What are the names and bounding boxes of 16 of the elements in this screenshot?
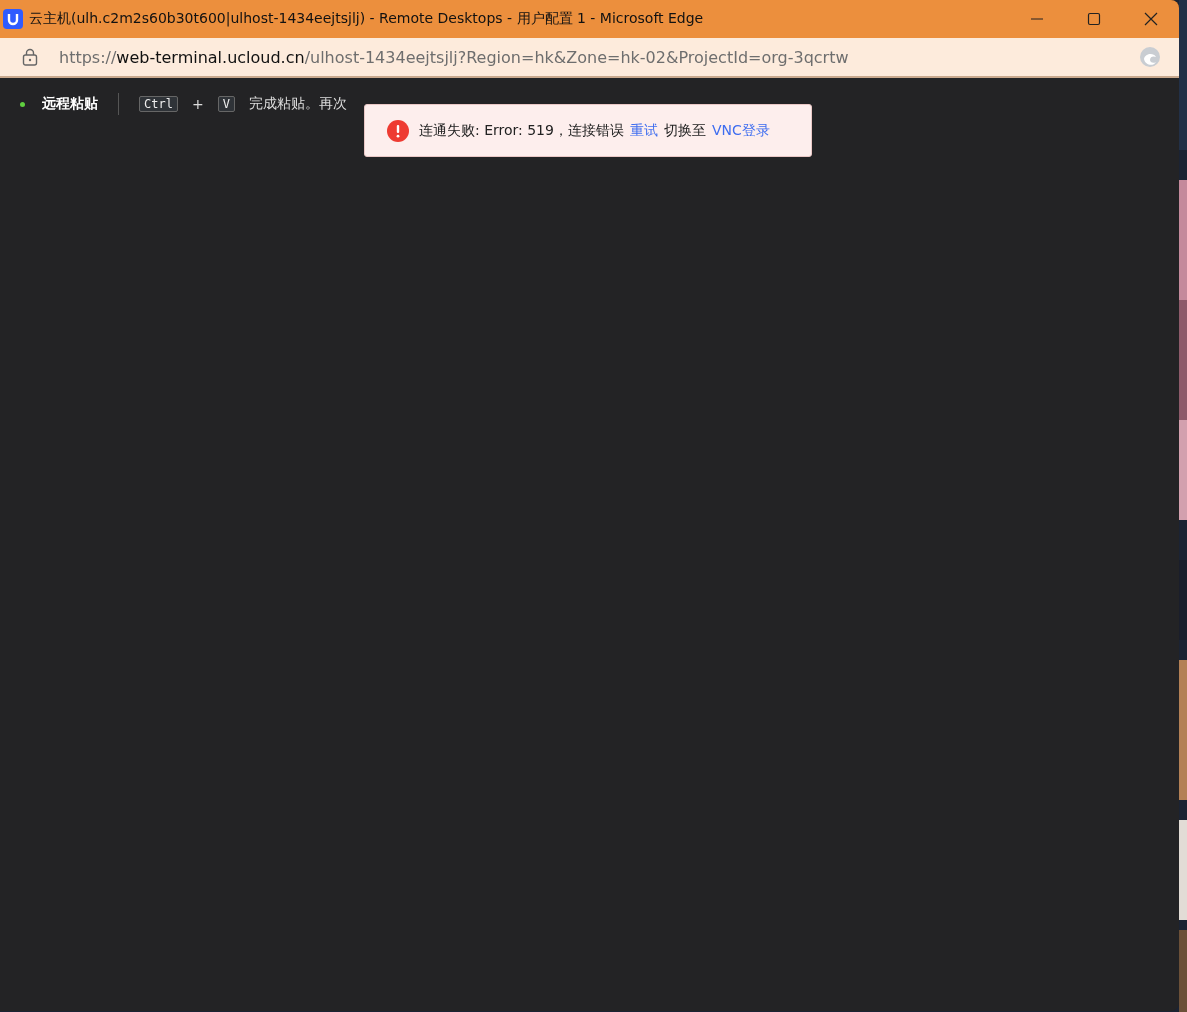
error-message: 连通失败: Error: 519，连接错误 bbox=[419, 121, 624, 140]
lock-icon[interactable] bbox=[22, 48, 38, 66]
mode-label: 远程粘贴 bbox=[42, 95, 98, 113]
retry-link[interactable]: 重试 bbox=[629, 121, 658, 140]
window-title: 云主机(ulh.c2m2s60b30t600|ulhost-1434eejtsjlj) - Remote Desktops - 用户配置 1 - Microsoft Edge bbox=[29, 10, 705, 28]
plus-sign: + bbox=[191, 96, 204, 112]
vnc-login-link[interactable]: VNC登录 bbox=[711, 121, 770, 140]
maximize-icon bbox=[1086, 12, 1101, 26]
switch-text: 切换至 bbox=[663, 121, 706, 140]
app-logo-icon bbox=[3, 9, 23, 29]
key-cap: Ctrl bbox=[139, 96, 178, 112]
close-icon bbox=[1143, 12, 1158, 26]
edge-logo-icon[interactable] bbox=[1139, 46, 1161, 68]
key-cap: V bbox=[217, 96, 235, 112]
error-icon bbox=[387, 119, 409, 142]
paste-hint: 完成粘贴。再次 bbox=[248, 95, 347, 113]
